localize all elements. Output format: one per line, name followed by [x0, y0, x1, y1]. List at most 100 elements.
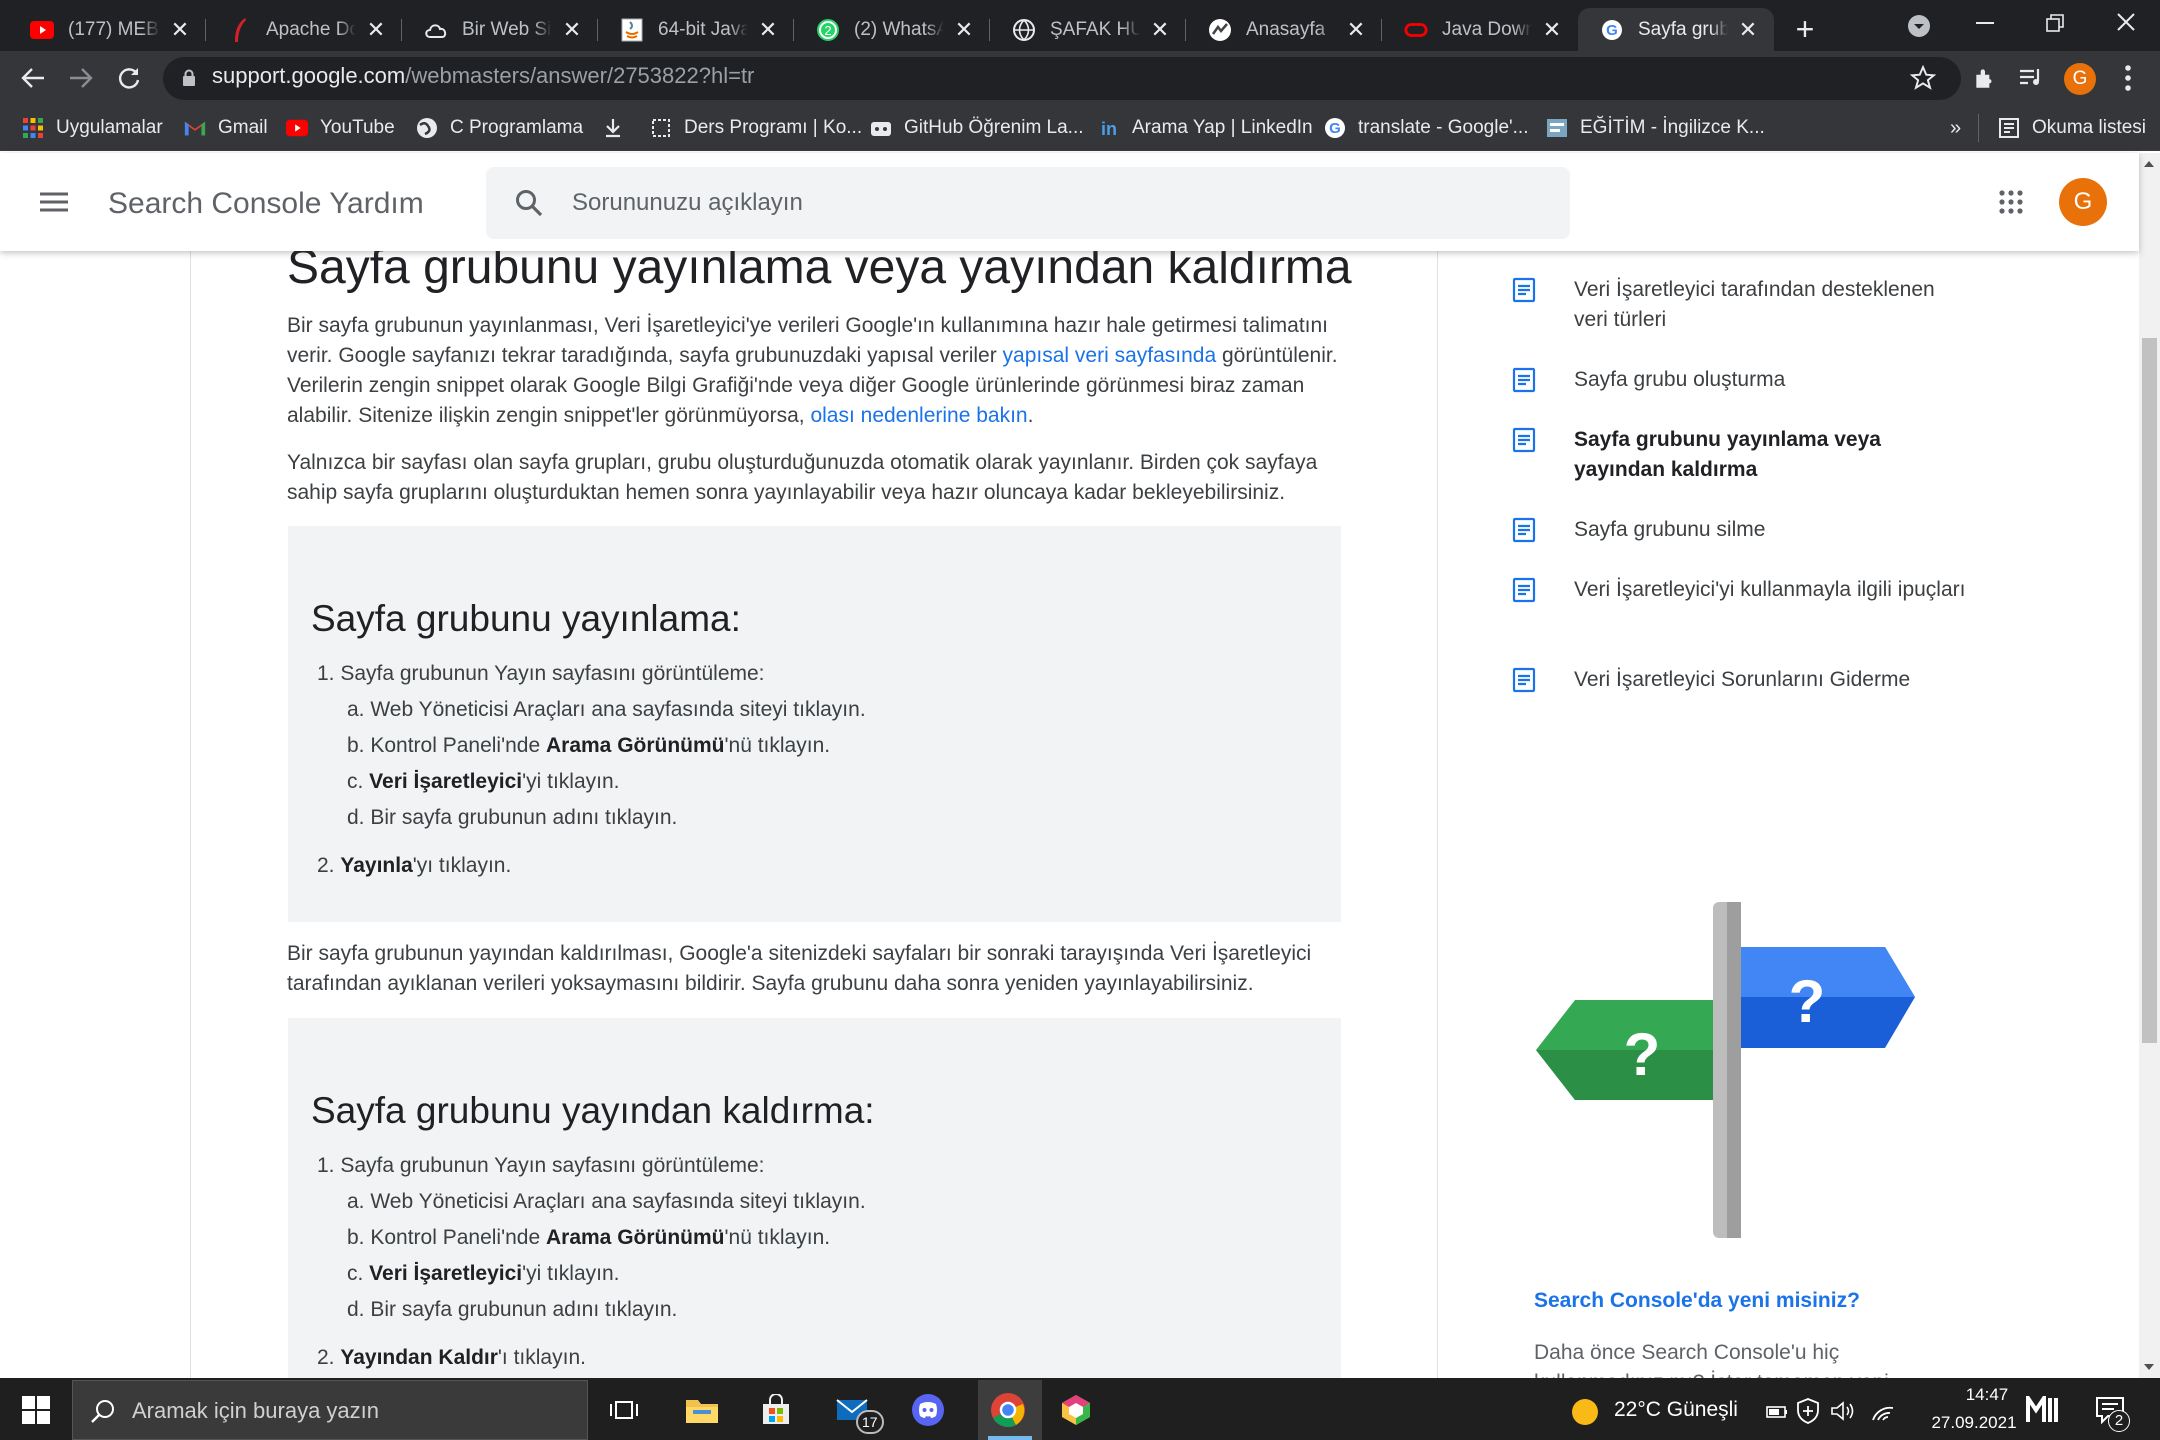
close-icon[interactable]: ✕: [364, 17, 388, 42]
extensions-icon[interactable]: [1972, 65, 1998, 91]
close-icon[interactable]: ✕: [1736, 17, 1760, 42]
lock-icon[interactable]: [182, 69, 196, 87]
toc-item[interactable]: Veri İşaretleyici tarafından desteklenen…: [1512, 275, 1972, 335]
account-avatar[interactable]: G: [2059, 178, 2107, 226]
url-text: support.google.com/webmasters/answer/275…: [212, 63, 755, 88]
bookmark-label: EĞİTİM - İngilizce K...: [1580, 117, 1765, 138]
battery-icon[interactable]: [1766, 1404, 1788, 1420]
discord-icon[interactable]: [904, 1386, 952, 1434]
apps-launcher-icon[interactable]: [1999, 190, 2023, 214]
close-icon[interactable]: ✕: [1148, 17, 1172, 42]
bookmark-translate[interactable]: G translate - Google'...: [1324, 113, 1529, 143]
scroll-down-arrow[interactable]: [2143, 1362, 2155, 1372]
bookmarks-divider: [1978, 114, 1979, 142]
restore-button[interactable]: [2046, 14, 2064, 32]
menu-icon[interactable]: [2124, 64, 2132, 92]
bookmark-download[interactable]: [602, 113, 636, 143]
app-m-icon[interactable]: [2026, 1396, 2060, 1424]
close-window-button[interactable]: [2116, 12, 2136, 32]
file-explorer-icon[interactable]: [678, 1386, 726, 1434]
browser-tab[interactable]: (177) MEBWEB ✕: [8, 8, 206, 51]
forward-button[interactable]: [68, 66, 94, 90]
app-cube-icon[interactable]: [1052, 1386, 1100, 1434]
task-view-icon[interactable]: [600, 1386, 648, 1434]
security-shield-icon[interactable]: [1796, 1398, 1820, 1424]
bookmarks-overflow-button[interactable]: »: [1950, 113, 1961, 143]
step-1c: c. Veri İşaretleyici'yi tıklayın.: [347, 770, 620, 793]
structured-data-link[interactable]: yapısal veri sayfasında: [1003, 344, 1217, 367]
toc-item[interactable]: Sayfa grubunu silme: [1512, 515, 1972, 545]
publish-steps-box: Sayfa grubunu yayınlama: 1. Sayfa grubun…: [288, 526, 1341, 922]
close-icon[interactable]: ✕: [952, 17, 976, 42]
svg-text:?: ?: [1624, 1021, 1661, 1088]
bookmark-github[interactable]: GitHub Öğrenim La...: [870, 113, 1084, 143]
bookmark-apps[interactable]: Uygulamalar: [22, 113, 163, 143]
minimize-button[interactable]: [1976, 22, 1994, 24]
step-1d: d. Bir sayfa grubunun adını tıklayın.: [347, 1298, 678, 1321]
scroll-up-arrow[interactable]: [2143, 159, 2155, 169]
weather-sun-icon[interactable]: [1570, 1397, 1600, 1427]
close-icon[interactable]: ✕: [560, 17, 584, 42]
browser-tab-active[interactable]: G Sayfa grubunu ✕: [1578, 8, 1774, 51]
step-1c: c. Veri İşaretleyici'yi tıklayın.: [347, 1262, 620, 1285]
possible-reasons-link[interactable]: olası nedenlerine bakın: [810, 404, 1027, 427]
signpost-illustration: ? ?: [1530, 900, 1920, 1240]
bookmark-linkedin[interactable]: in Arama Yap | LinkedIn: [1098, 113, 1313, 143]
browser-tab[interactable]: Java Downloads ✕: [1382, 8, 1578, 51]
step-1d: d. Bir sayfa grubunun adını tıklayın.: [347, 806, 678, 829]
profile-avatar[interactable]: G: [2064, 63, 2096, 95]
tab-search-button[interactable]: [1907, 14, 1931, 38]
bookmark-ders-programi[interactable]: Ders Programı | Ko...: [650, 113, 862, 143]
reading-list-button[interactable]: Okuma listesi: [1998, 113, 2146, 143]
clock-date[interactable]: 27.09.2021: [1909, 1413, 2039, 1433]
globe-icon: [1012, 18, 1036, 42]
weather-text[interactable]: 22°C Güneşli: [1614, 1398, 1738, 1422]
media-playlist-icon[interactable]: [2018, 66, 2044, 90]
browser-tab[interactable]: 64-bit Java for ✕: [598, 8, 794, 51]
browser-tab[interactable]: 2 (2) WhatsApp ✕: [794, 8, 990, 51]
svg-text:in: in: [1101, 119, 1117, 138]
bookmark-label: C Programlama: [450, 117, 584, 138]
bookmark-youtube[interactable]: YouTube: [286, 113, 395, 143]
search-icon[interactable]: [514, 188, 544, 218]
volume-icon[interactable]: [1830, 1400, 1856, 1422]
bookmark-egitim[interactable]: EĞİTİM - İngilizce K...: [1546, 113, 1765, 143]
new-tab-button[interactable]: +: [1788, 12, 1822, 46]
step-2: 2. Yayınla'yı tıklayın.: [317, 854, 512, 877]
browser-tab[interactable]: ŞAFAK HUKUK ✕: [990, 8, 1186, 51]
article-paragraph-1: Bir sayfa grubunun yayınlanması, Veri İş…: [287, 314, 1338, 427]
help-center-title[interactable]: Search Console Yardım: [108, 187, 424, 221]
windows-start-icon[interactable]: [22, 1396, 50, 1424]
browser-tab[interactable]: Apache Downloads ✕: [206, 8, 402, 51]
document-icon: [1512, 667, 1536, 693]
bookmark-c-programlama[interactable]: C Programlama: [416, 113, 583, 143]
toc-item[interactable]: Veri İşaretleyici'yi kullanmayla ilgili …: [1512, 575, 1972, 605]
browser-tab[interactable]: Bir Web Sitesi ✕: [402, 8, 598, 51]
wifi-icon[interactable]: [1870, 1400, 1896, 1422]
bookmark-star-icon[interactable]: [1910, 65, 1936, 91]
close-icon[interactable]: ✕: [756, 17, 780, 42]
back-button[interactable]: [20, 66, 46, 90]
document-icon: [1512, 577, 1536, 603]
toc-item[interactable]: Veri İşaretleyici Sorunlarını Giderme: [1512, 665, 1972, 695]
whatsapp-icon: 2: [816, 18, 840, 42]
active-indicator: [988, 1436, 1032, 1440]
browser-tab[interactable]: Anasayfa ✕: [1186, 8, 1382, 51]
close-icon[interactable]: ✕: [1344, 17, 1368, 42]
scrollbar-thumb[interactable]: [2142, 338, 2157, 1043]
new-to-search-console-link[interactable]: Search Console'da yeni misiniz?: [1534, 1289, 1860, 1313]
close-icon[interactable]: ✕: [1540, 17, 1564, 42]
microsoft-store-icon[interactable]: [752, 1386, 800, 1434]
close-icon[interactable]: ✕: [168, 17, 192, 42]
chrome-icon[interactable]: [984, 1386, 1032, 1434]
bookmark-gmail[interactable]: Gmail: [184, 113, 268, 143]
toc-item[interactable]: Sayfa grubu oluşturma: [1512, 365, 1972, 395]
reload-button[interactable]: [116, 65, 142, 91]
taskbar-search-placeholder: Aramak için buraya yazın: [132, 1398, 379, 1423]
svg-text:2: 2: [824, 23, 831, 38]
hamburger-menu-icon[interactable]: [40, 192, 68, 212]
svg-text:G: G: [1329, 120, 1341, 137]
svg-text:G: G: [1606, 22, 1618, 39]
toc-item-current[interactable]: Sayfa grubunu yayınlama veya yayından ka…: [1512, 425, 1972, 485]
page-icon: [650, 117, 672, 139]
